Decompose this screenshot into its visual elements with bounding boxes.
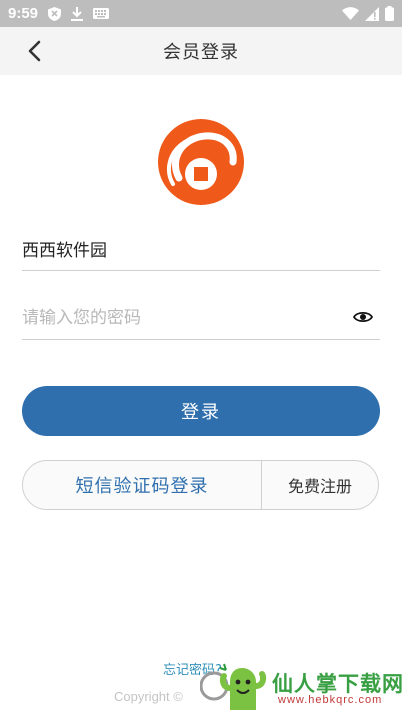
username-input[interactable] [22,238,380,259]
watermark-subtitle: www.hebkqrc.com [278,694,383,706]
register-button[interactable]: 免费注册 [262,461,378,509]
password-input[interactable] [22,307,380,328]
app-header: 会员登录 [0,27,402,75]
show-password-toggle[interactable] [352,308,374,326]
eye-icon [353,310,373,324]
alt-login-group: 短信验证码登录 免费注册 [22,460,379,510]
app-logo-icon [157,118,245,206]
wifi-icon [342,7,359,20]
status-time: 9:59 [8,5,39,22]
username-field [22,227,380,271]
login-button[interactable]: 登录 [22,386,380,436]
status-bar: 9:59 [0,0,402,27]
keyboard-icon [93,8,110,19]
status-left-icons [48,6,110,21]
password-field [22,296,380,340]
back-button[interactable] [20,37,48,65]
cellular-signal-icon [365,6,379,21]
cactus-logo-icon [200,663,267,710]
download-icon [71,6,84,21]
watermark: 仙人掌下载网 www.hebkqrc.com [200,660,402,714]
battery-icon [385,6,394,21]
chevron-left-icon [27,40,41,62]
shield-icon [48,6,62,21]
sms-login-button[interactable]: 短信验证码登录 [23,461,262,509]
copyright-text: Copyright © [114,689,183,704]
page-title: 会员登录 [163,42,239,63]
status-right-icons [342,6,394,21]
